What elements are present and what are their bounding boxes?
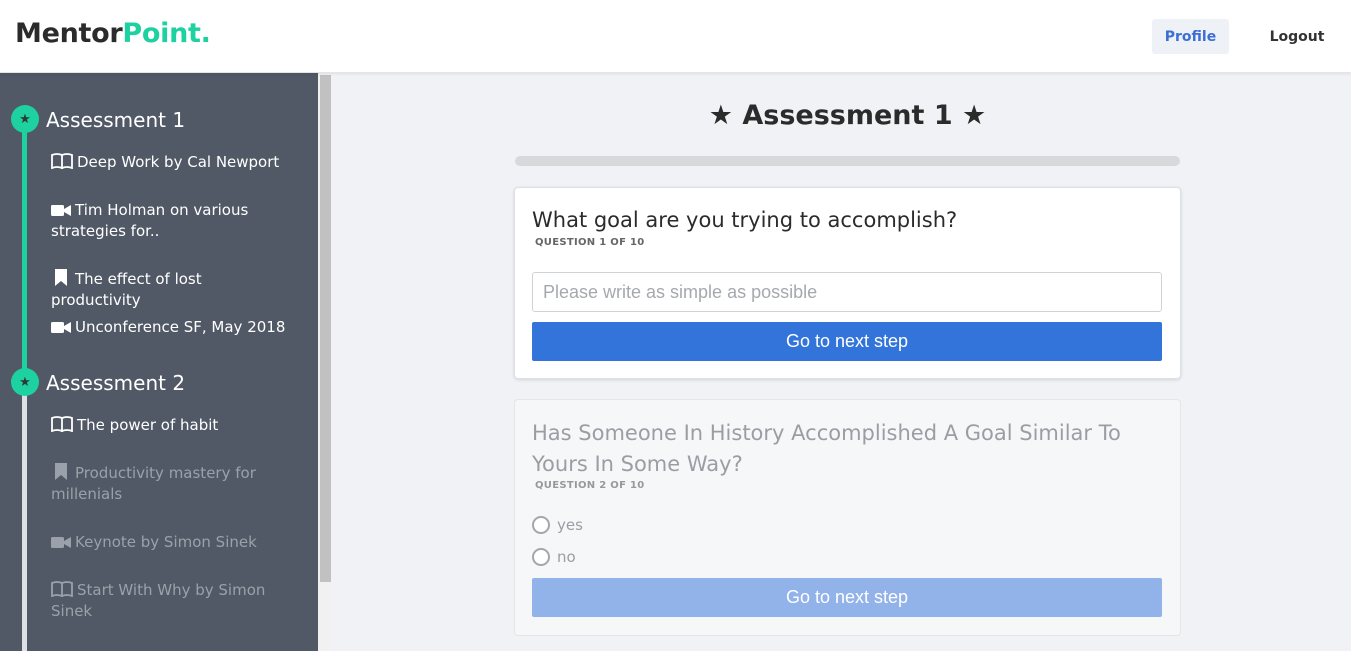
bookmark-icon [55,463,67,480]
sidebar-section-title[interactable]: Assessment 2 [46,371,185,395]
goal-input[interactable] [532,272,1162,312]
sidebar-section-title[interactable]: Assessment 1 [46,108,185,132]
logo-part-mentor: Mentor [15,18,123,49]
book-icon [51,581,73,597]
radio-label: yes [557,516,583,534]
question-counter: QUESTION 2 OF 10 [535,480,645,491]
video-icon [51,205,71,216]
sidebar-item-label: Productivity mastery for millenials [51,464,256,503]
star-icon: ★ [11,368,39,396]
sidebar-item-label: The power of habit [77,416,219,434]
sidebar: ★ Assessment 1 Deep Work by Cal Newport … [0,73,318,651]
radio-option-no[interactable]: no [532,548,576,566]
page-title: ★ Assessment 1 ★ [708,100,987,131]
next-step-button-disabled[interactable]: Go to next step [532,578,1162,617]
sidebar-item-label: Start With Why by Simon Sinek [51,581,266,620]
sidebar-item[interactable]: Unconference SF, May 2018 [51,317,291,338]
question-counter: QUESTION 1 OF 10 [535,237,645,248]
timeline-progress-line [22,118,27,381]
radio-circle-icon [532,516,550,534]
sidebar-item[interactable]: Keynote by Simon Sinek [51,532,291,553]
sidebar-item[interactable]: Deep Work by Cal Newport [51,152,291,173]
sidebar-item-label: The effect of lost productivity [51,270,202,309]
sidebar-item-label: Deep Work by Cal Newport [77,153,280,171]
sidebar-item[interactable]: Tim Holman on various strategies for.. [51,200,291,242]
question-text: Has Someone In History Accomplished A Go… [532,421,1121,476]
profile-link[interactable]: Profile [1152,19,1229,54]
sidebar-item-label: Unconference SF, May 2018 [75,318,286,336]
logout-link[interactable]: Logout [1258,19,1336,54]
radio-option-yes[interactable]: yes [532,516,583,534]
question-card-2: Has Someone In History Accomplished A Go… [514,399,1181,636]
book-icon [51,416,73,432]
sidebar-item-label: Keynote by Simon Sinek [75,533,257,551]
sidebar-item[interactable]: The power of habit [51,415,291,436]
sidebar-item[interactable]: Start With Why by Simon Sinek [51,580,291,622]
video-icon [51,537,71,548]
radio-circle-icon [532,548,550,566]
sidebar-item[interactable]: The effect of lost productivity [51,269,291,311]
radio-label: no [557,548,576,566]
assessment-progress-bar [515,156,1180,166]
next-step-button[interactable]: Go to next step [532,322,1162,361]
top-header: MentorPoint. Profile Logout [0,0,1351,73]
bookmark-icon [55,269,67,286]
logo[interactable]: MentorPoint. [15,18,211,49]
timeline-pending-line [22,395,27,651]
question-card-1: What goal are you trying to accomplish? … [514,187,1181,379]
sidebar-scrollbar-thumb[interactable] [320,75,331,582]
book-icon [51,153,73,169]
question-text: What goal are you trying to accomplish? [532,208,958,232]
video-icon [51,322,71,333]
logo-part-point: Point. [122,18,211,49]
star-icon: ★ [11,105,39,133]
sidebar-item-label: Tim Holman on various strategies for.. [51,201,249,240]
sidebar-item[interactable]: Productivity mastery for millenials [51,463,291,505]
